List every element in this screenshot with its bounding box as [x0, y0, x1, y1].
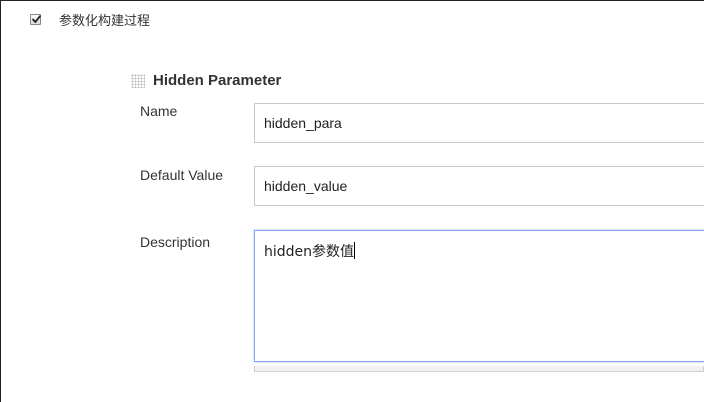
- default-value-input[interactable]: [254, 166, 704, 206]
- text-caret: [354, 242, 356, 259]
- name-input[interactable]: [254, 103, 704, 143]
- description-textarea[interactable]: hidden参数值: [254, 230, 704, 362]
- checkmark-icon: [32, 14, 41, 23]
- drag-handle-icon[interactable]: [131, 73, 145, 88]
- default-value-label: Default Value: [140, 167, 224, 183]
- parameterized-build-checkbox[interactable]: [30, 13, 41, 25]
- parameter-title: Hidden Parameter: [153, 72, 282, 89]
- parameterized-build-option[interactable]: 参数化构建过程: [30, 10, 151, 29]
- description-label: Description: [140, 234, 211, 250]
- name-label: Name: [140, 103, 178, 119]
- parameter-header: Hidden Parameter: [131, 72, 281, 89]
- parameterized-build-label: 参数化构建过程: [59, 13, 151, 29]
- description-text: hidden参数值: [264, 244, 355, 260]
- textarea-resize-handle[interactable]: [254, 366, 704, 372]
